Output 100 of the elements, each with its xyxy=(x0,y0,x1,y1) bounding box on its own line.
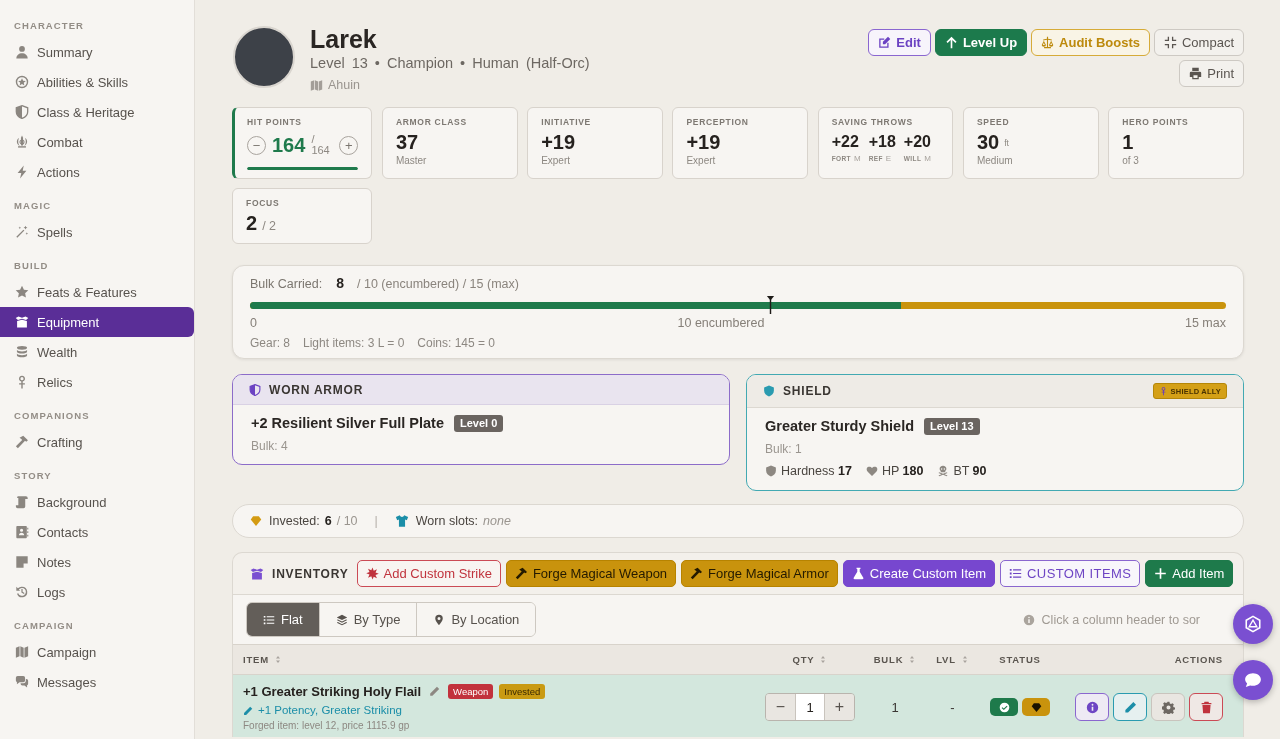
quantity-field[interactable]: 1 xyxy=(795,694,825,720)
scale-icon xyxy=(1041,36,1055,49)
armor-name: +2 Resilient Silver Full Plate xyxy=(251,414,444,432)
info-icon xyxy=(1085,700,1099,714)
stat-label: SPEED xyxy=(976,117,1011,128)
edit-item-button[interactable] xyxy=(1113,693,1147,721)
nav-section-heading: CAMPAIGN xyxy=(13,619,75,633)
stat-label: SAVING THROWS xyxy=(831,117,914,128)
shield-icon xyxy=(763,385,775,397)
bulk-limits: / 10 (encumbered) / 15 (max) xyxy=(357,276,519,293)
column-header[interactable]: ITEM xyxy=(243,654,760,665)
dice-icon xyxy=(1244,615,1262,633)
increase-button[interactable]: + xyxy=(825,694,854,720)
list-icon xyxy=(263,613,275,626)
level-up-button[interactable]: Level Up xyxy=(934,29,1028,56)
heart-icon xyxy=(865,465,878,477)
sidebar-item[interactable]: Wealth xyxy=(0,337,194,367)
custom-items-button[interactable]: CUSTOM ITEMS xyxy=(1000,560,1141,587)
sort-icon xyxy=(819,655,828,664)
level-tag: Level 0 xyxy=(454,414,504,432)
dice-button[interactable] xyxy=(1233,604,1273,644)
item-name: +1 Greater Striking Holy Flail xyxy=(243,683,422,699)
hammer-icon xyxy=(15,435,29,449)
increase-button[interactable]: + xyxy=(339,135,359,155)
forge-armor-button[interactable]: Forge Magical Armor xyxy=(681,560,838,587)
nav-section-heading: CHARACTER xyxy=(13,19,86,33)
stat-value: 30 xyxy=(976,130,1000,154)
trash-icon xyxy=(1199,700,1213,714)
item-tag: Weapon xyxy=(448,683,494,699)
save-value: +22 xyxy=(831,132,860,152)
view-tab[interactable]: Flat xyxy=(247,603,320,636)
level-tag: Level 13 xyxy=(924,417,980,435)
box-icon xyxy=(250,566,264,581)
add-strike-button[interactable]: Add Custom Strike xyxy=(356,560,501,587)
compact-button[interactable]: Compact xyxy=(1153,29,1244,56)
separator: | xyxy=(374,514,378,528)
column-header[interactable]: BULK xyxy=(860,654,930,665)
sidebar-item[interactable]: Class & Heritage xyxy=(0,97,194,127)
sidebar-item[interactable]: Notes xyxy=(0,547,194,577)
sidebar-item[interactable]: Combat xyxy=(0,127,194,157)
chat-icon xyxy=(1244,671,1262,689)
nav-section-heading: STORY xyxy=(13,469,53,483)
stat-label: ARMOR CLASS xyxy=(395,117,468,128)
settings-button[interactable] xyxy=(1151,693,1185,721)
chat-button[interactable] xyxy=(1233,660,1273,700)
add-item-button[interactable]: Add Item xyxy=(1145,560,1234,587)
info-button[interactable] xyxy=(1075,693,1109,721)
edit-button[interactable]: Edit xyxy=(868,29,931,56)
forge-weapon-button[interactable]: Forge Magical Weapon xyxy=(505,560,677,587)
character-summary: Level 13 • Champion • Human (Half-Orc) xyxy=(310,54,590,73)
info-icon xyxy=(1022,613,1035,626)
shield-stat: HP 180 xyxy=(881,463,924,480)
address-book-icon xyxy=(15,525,29,539)
layers-icon xyxy=(335,613,348,626)
coins-icon xyxy=(15,345,29,359)
sidebar-item[interactable]: Contacts xyxy=(0,517,194,547)
delete-button[interactable] xyxy=(1189,693,1223,721)
scale-label: 15 max xyxy=(1185,315,1226,331)
history-icon xyxy=(15,585,29,599)
stat-label: PERCEPTION xyxy=(686,117,750,128)
sidebar-item[interactable]: Equipment xyxy=(0,307,194,337)
decrease-button[interactable]: − xyxy=(247,135,266,155)
sidebar-item[interactable]: Relics xyxy=(0,367,194,397)
sort-icon xyxy=(273,655,282,664)
print-button[interactable]: Print xyxy=(1179,60,1244,87)
sidebar-item[interactable]: Spells xyxy=(0,217,194,247)
bulk-value: 8 xyxy=(336,274,345,292)
sidebar-item[interactable]: Feats & Features xyxy=(0,277,194,307)
sidebar-item[interactable]: Background xyxy=(0,487,194,517)
shield-icon xyxy=(765,465,777,477)
sidebar-item[interactable]: Crafting xyxy=(0,427,194,457)
person-icon xyxy=(15,45,29,59)
decrease-button[interactable]: − xyxy=(766,694,795,720)
character-name: Larek xyxy=(310,25,378,53)
shield-icon xyxy=(15,105,29,119)
save-rank: M xyxy=(924,154,931,163)
invested-value: 6 xyxy=(324,514,332,528)
column-header: STATUS xyxy=(998,654,1042,665)
save-rank: M xyxy=(853,154,861,163)
settings-icon xyxy=(1161,700,1175,714)
scale-label: 0 xyxy=(250,315,257,331)
sidebar-item[interactable]: Summary xyxy=(0,37,194,67)
column-header[interactable]: QTY xyxy=(760,654,860,665)
crest-icon xyxy=(15,135,29,149)
nav-section-heading: BUILD xyxy=(13,259,50,273)
medallion-icon xyxy=(15,75,29,89)
list-icon xyxy=(1009,567,1023,580)
pencil-icon[interactable] xyxy=(429,685,441,697)
stat-value: +19 xyxy=(541,130,576,154)
printer-icon xyxy=(1189,67,1203,80)
column-header[interactable]: LVL xyxy=(930,654,975,665)
sidebar-item[interactable]: Logs xyxy=(0,577,194,607)
sidebar-item[interactable]: Actions xyxy=(0,157,194,187)
bulk-detail: Gear: 8 xyxy=(250,335,291,351)
sidebar-item[interactable]: Abilities & Skills xyxy=(0,67,194,97)
sidebar-item[interactable]: Campaign xyxy=(0,637,194,667)
arrow-up-icon xyxy=(944,36,958,49)
create-item-button[interactable]: Create Custom Item xyxy=(842,560,996,587)
sidebar-item[interactable]: Messages xyxy=(0,667,194,697)
stat-value: 37 xyxy=(395,130,419,154)
